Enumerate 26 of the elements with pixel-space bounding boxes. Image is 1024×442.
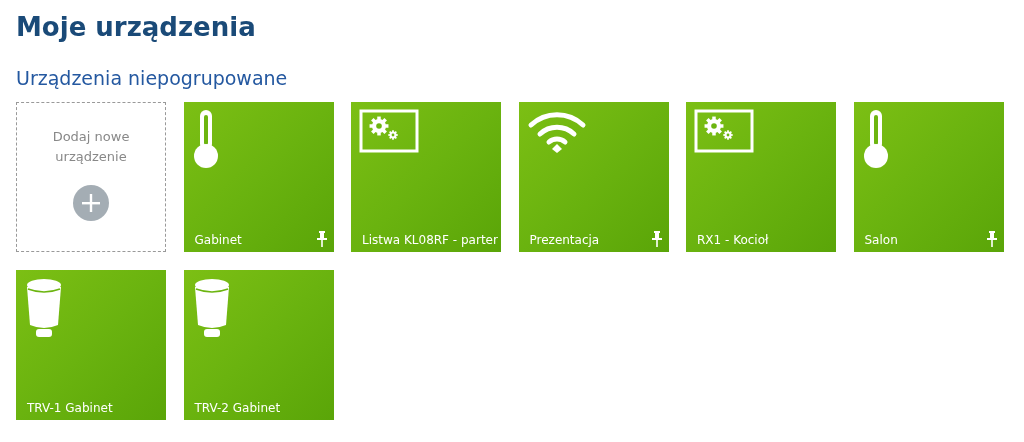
device-name: TRV-2 Gabinet <box>194 400 281 416</box>
device-tile[interactable]: Prezentacja <box>518 102 669 252</box>
pin-icon[interactable] <box>316 231 327 247</box>
thermometer-icon <box>861 109 890 169</box>
device-name: Prezentacja <box>529 232 600 248</box>
device-name: TRV-1 Gabinet <box>27 400 113 416</box>
gears-icon <box>359 109 419 155</box>
device-name: Listwa KL08RF - parter <box>362 232 498 248</box>
device-name: Gabinet <box>194 232 242 248</box>
device-tile[interactable]: TRV-2 Gabinet <box>183 270 334 420</box>
add-device-tile[interactable]: Dodaj nowe urządzenie <box>16 102 166 252</box>
device-tile[interactable]: Gabinet <box>183 102 334 252</box>
device-name: RX1 - Kocioł <box>697 232 769 248</box>
pin-icon[interactable] <box>651 231 662 247</box>
device-tile[interactable]: RX1 - Kocioł <box>686 102 836 252</box>
device-tile[interactable]: TRV-1 Gabinet <box>16 270 166 420</box>
wifi-icon <box>526 109 587 155</box>
section-title: Urządzenia niepogrupowane <box>16 66 289 91</box>
device-tile[interactable]: Salon <box>853 102 1004 252</box>
thermometer-icon <box>191 109 220 169</box>
plus-icon <box>73 185 109 221</box>
device-tile[interactable]: Listwa KL08RF - parter <box>351 102 501 252</box>
device-name: Salon <box>864 232 898 248</box>
pin-icon[interactable] <box>986 231 997 247</box>
page-title: Moje urządzenia <box>16 11 257 44</box>
gears-icon <box>694 109 754 155</box>
